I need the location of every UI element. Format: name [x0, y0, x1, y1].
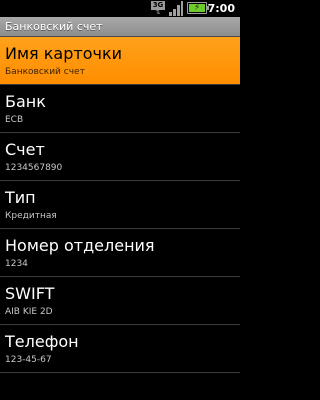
battery-charging-icon: ⚡ [187, 2, 209, 14]
status-bar: 3G ⇅ ⚡ 7:00 [0, 0, 240, 17]
list-item-phone[interactable]: Телефон 123-45-67 [0, 325, 240, 373]
list-item-bank[interactable]: Банк ECB [0, 85, 240, 133]
data-activity-icon: ⇅ [155, 9, 161, 16]
signal-strength-icon [169, 1, 183, 16]
list-item-value: Кредитная [5, 211, 57, 221]
list-item-value: 1234 [5, 259, 28, 269]
status-time: 7:00 [207, 2, 235, 15]
3g-icon: 3G ⇅ [151, 1, 165, 16]
list-item-type[interactable]: Тип Кредитная [0, 181, 240, 229]
list-item-value: 1234567890 [5, 163, 63, 173]
list-item-title: Телефон [5, 332, 79, 351]
list-item-title: Банк [5, 92, 46, 111]
title-bar: Банковский счет [0, 17, 240, 37]
list-item-value: 123-45-67 [5, 355, 52, 365]
charging-bolt-icon: ⚡ [193, 3, 201, 13]
list-item-title: Счет [5, 140, 45, 159]
list-item-value: ECB [5, 115, 24, 125]
page-title: Банковский счет [5, 20, 103, 33]
screen: 3G ⇅ ⚡ 7:00 Банковский счет Имя карточки… [0, 0, 240, 400]
list-item-title: Номер отделения [5, 236, 155, 255]
list-item-value: Банковский счет [5, 67, 85, 77]
list-item-title: Имя карточки [5, 44, 122, 63]
list-item-branch-number[interactable]: Номер отделения 1234 [0, 229, 240, 277]
list-item-account[interactable]: Счет 1234567890 [0, 133, 240, 181]
details-list: Имя карточки Банковский счет Банк ECB Сч… [0, 37, 240, 373]
list-item-swift[interactable]: SWIFT AIB KIE 2D [0, 277, 240, 325]
list-item-card-name[interactable]: Имя карточки Банковский счет [0, 37, 240, 85]
list-item-value: AIB KIE 2D [5, 307, 53, 317]
list-item-title: Тип [5, 188, 36, 207]
list-item-title: SWIFT [5, 284, 55, 303]
